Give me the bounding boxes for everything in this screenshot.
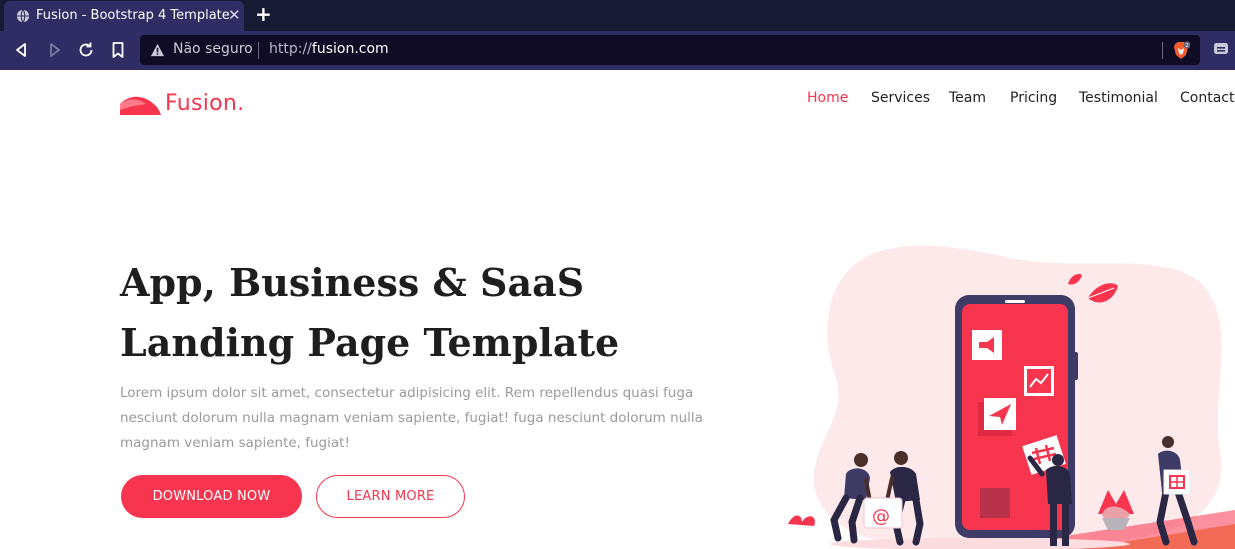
page-viewport: Fusion. Home Services Team Pricing Testi… — [0, 70, 1235, 549]
new-tab-button[interactable]: + — [255, 3, 272, 25]
nav-services[interactable]: Services — [871, 90, 930, 106]
chart-card — [1024, 366, 1054, 396]
address-bar[interactable]: Não seguro http://fusion.com 2 — [140, 35, 1200, 65]
tab-title: Fusion - Bootstrap 4 Template — [36, 8, 230, 23]
warning-icon — [150, 43, 165, 57]
send-card — [978, 398, 1016, 436]
hero-title-line-1: App, Business & SaaS — [120, 260, 585, 305]
browser-toolbar: Não seguro http://fusion.com 2 — [0, 31, 1235, 70]
plant-left-icon — [788, 515, 815, 526]
site-logo[interactable]: Fusion. — [120, 88, 244, 118]
logo-wave-icon — [120, 96, 161, 115]
url-scheme: http:// — [269, 41, 312, 57]
hero-title: App, Business & SaaS Landing Page Templa… — [120, 253, 740, 373]
tab-close-icon[interactable]: ✕ — [228, 6, 241, 24]
bookmark-icon[interactable] — [108, 40, 128, 60]
nav-pricing[interactable]: Pricing — [1010, 90, 1057, 106]
browser-tab-active[interactable]: Fusion - Bootstrap 4 Template ✕ — [4, 1, 244, 31]
nav-testimonial[interactable]: Testimonial — [1079, 90, 1158, 106]
megaphone-card — [972, 330, 1002, 360]
globe-icon — [16, 9, 30, 23]
nav-team[interactable]: Team — [949, 90, 986, 106]
forward-icon[interactable] — [44, 40, 64, 60]
nav-home[interactable]: Home — [807, 90, 848, 106]
not-secure-label[interactable]: Não seguro — [173, 41, 253, 57]
back-icon[interactable] — [12, 40, 32, 60]
download-now-button[interactable]: DOWNLOAD NOW — [121, 475, 302, 518]
reload-icon[interactable] — [76, 40, 96, 60]
urlbar-divider — [1162, 42, 1163, 59]
nav-contact[interactable]: Contact — [1180, 90, 1234, 106]
learn-more-button[interactable]: LEARN MORE — [316, 475, 465, 518]
hero-title-line-2: Landing Page Template — [120, 320, 620, 365]
logo-text: Fusion. — [165, 90, 245, 116]
hero-illustration: @ — [788, 245, 1235, 549]
brave-shields-icon[interactable]: 2 — [1172, 41, 1190, 60]
wallet-icon[interactable] — [1213, 41, 1229, 56]
url-separator — [258, 42, 259, 59]
hero-description: Lorem ipsum dolor sit amet, consectetur … — [120, 385, 703, 451]
url-host: fusion.com — [311, 41, 389, 57]
at-symbol: @ — [872, 506, 890, 527]
url-text[interactable]: http://fusion.com — [269, 41, 389, 57]
shields-count: 2 — [1185, 43, 1188, 49]
browser-tabstrip: Fusion - Bootstrap 4 Template ✕ + — [0, 0, 1235, 31]
